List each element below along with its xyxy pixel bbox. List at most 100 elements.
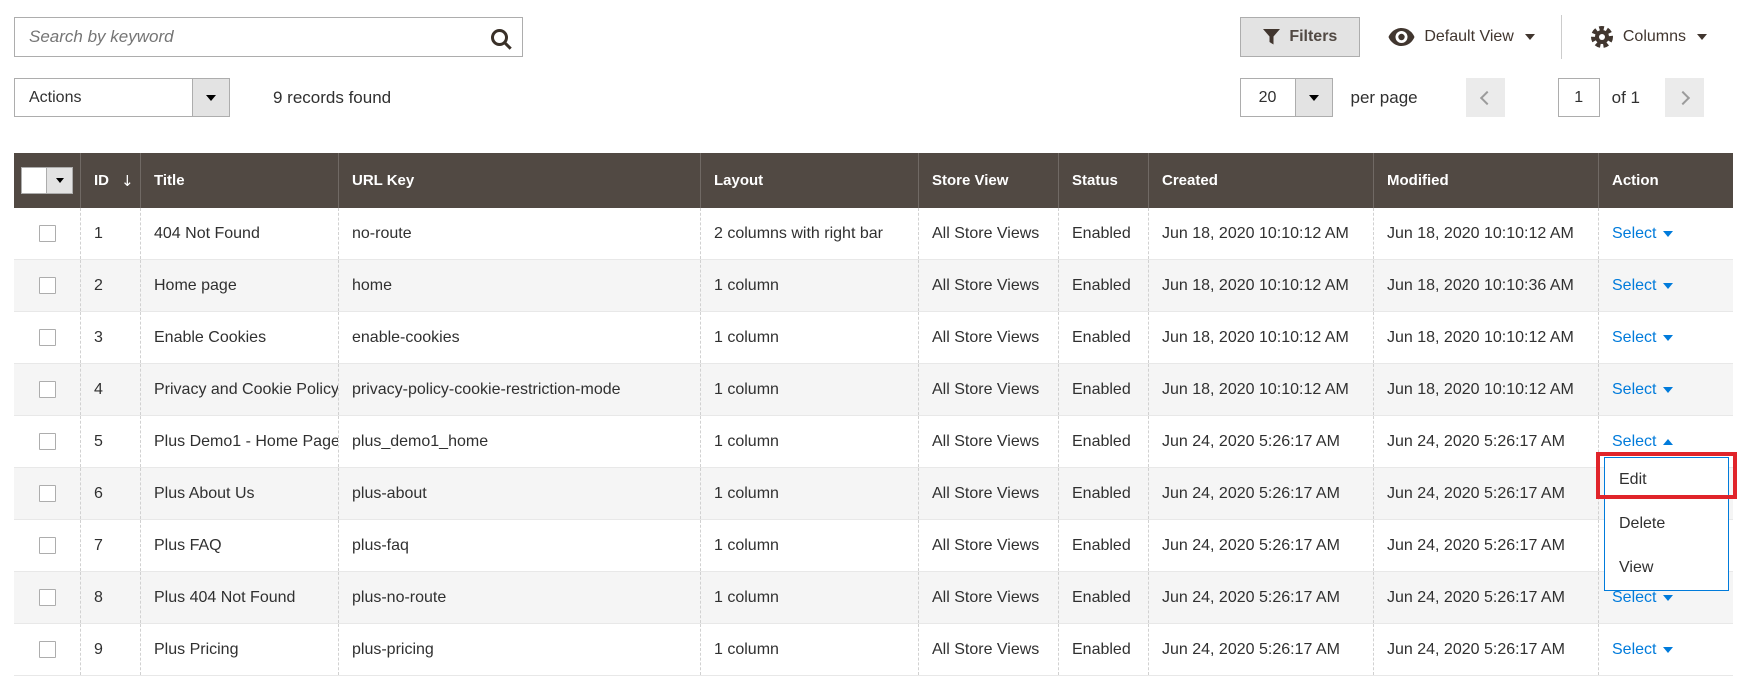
row-action-menu: Edit Delete View: [1604, 457, 1729, 591]
row-select-link[interactable]: Select: [1612, 433, 1674, 451]
cell-layout: 1 column: [700, 364, 918, 415]
cell-store-view: All Store Views: [918, 520, 1058, 571]
cell-status: Enabled: [1058, 208, 1148, 259]
table-row: 3 Enable Cookies enable-cookies 1 column All…: [14, 312, 1733, 364]
cell-modified: Jun 24, 2020 5:26:17 AM: [1373, 468, 1598, 519]
column-header-title[interactable]: Title: [140, 153, 338, 208]
row-checkbox-cell: [14, 312, 80, 363]
cell-title: Plus Demo1 - Home Page: [140, 416, 338, 467]
filters-button[interactable]: Filters: [1240, 17, 1361, 57]
select-all-dropdown[interactable]: [47, 167, 73, 194]
cell-layout: 1 column: [700, 624, 918, 675]
table-row: 1 404 Not Found no-route 2 columns with rig…: [14, 208, 1733, 260]
row-checkbox[interactable]: [38, 225, 56, 242]
search-button[interactable]: [476, 18, 522, 56]
column-header-modified[interactable]: Modified: [1373, 153, 1598, 208]
columns-control[interactable]: Columns: [1590, 25, 1707, 49]
current-page-input[interactable]: [1557, 78, 1600, 117]
row-select-link[interactable]: Select: [1612, 329, 1674, 347]
cell-layout: 1 column: [700, 312, 918, 363]
cell-modified: Jun 24, 2020 5:26:17 AM: [1373, 572, 1598, 623]
column-header-url-key[interactable]: URL Key: [338, 153, 700, 208]
row-checkbox[interactable]: [38, 641, 56, 658]
cell-title: Home page: [140, 260, 338, 311]
cell-layout: 1 column: [700, 260, 918, 311]
cell-url-key: privacy-policy-cookie-restriction-mode: [338, 364, 700, 415]
table-header-row: ID ↓ Title URL Key Layout Store View Sta…: [14, 153, 1733, 208]
row-select-link[interactable]: Select: [1612, 225, 1674, 243]
cell-created: Jun 18, 2020 10:10:12 AM: [1148, 260, 1373, 311]
view-switcher[interactable]: Default View: [1388, 28, 1535, 46]
row-checkbox-cell: [14, 520, 80, 571]
caret-down-icon: [1663, 646, 1674, 653]
table-row: 9 Plus Pricing plus-pricing 1 column All Sto…: [14, 624, 1733, 676]
column-header-action[interactable]: Action: [1598, 153, 1733, 208]
row-checkbox[interactable]: [38, 381, 56, 398]
checkbox-icon[interactable]: [21, 167, 47, 194]
cell-status: Enabled: [1058, 572, 1148, 623]
cell-url-key: plus_demo1_home: [338, 416, 700, 467]
row-checkbox[interactable]: [38, 329, 56, 346]
cell-created: Jun 18, 2020 10:10:12 AM: [1148, 312, 1373, 363]
cell-layout: 1 column: [700, 520, 918, 571]
menu-item-view[interactable]: View: [1605, 546, 1728, 590]
row-select-link[interactable]: Select: [1612, 381, 1674, 399]
column-header-store-view[interactable]: Store View: [918, 153, 1058, 208]
cell-created: Jun 24, 2020 5:26:17 AM: [1148, 624, 1373, 675]
per-page-caret-button[interactable]: [1294, 79, 1332, 116]
cell-url-key: plus-no-route: [338, 572, 700, 623]
row-checkbox-cell: [14, 572, 80, 623]
row-checkbox[interactable]: [38, 433, 56, 450]
cell-title: Privacy and Cookie Policy: [140, 364, 338, 415]
cell-action: Select: [1598, 312, 1733, 363]
row-select-link[interactable]: Select: [1612, 641, 1674, 659]
table-row: 4 Privacy and Cookie Policy privacy-policy…: [14, 364, 1733, 416]
select-all-checkbox[interactable]: [21, 167, 73, 194]
per-page-label: per page: [1350, 87, 1418, 107]
cell-id: 7: [80, 520, 140, 571]
search-input[interactable]: [15, 27, 476, 47]
cms-pages-table: ID ↓ Title URL Key Layout Store View Sta…: [14, 153, 1733, 676]
cell-store-view: All Store Views: [918, 624, 1058, 675]
cell-created: Jun 18, 2020 10:10:12 AM: [1148, 364, 1373, 415]
previous-page-button[interactable]: [1465, 78, 1505, 117]
cell-store-view: All Store Views: [918, 312, 1058, 363]
column-header-id[interactable]: ID ↓: [80, 153, 140, 208]
cell-modified: Jun 24, 2020 5:26:17 AM: [1373, 520, 1598, 571]
row-checkbox[interactable]: [38, 485, 56, 502]
cell-store-view: All Store Views: [918, 468, 1058, 519]
search-icon: [490, 28, 508, 46]
row-checkbox[interactable]: [38, 589, 56, 606]
cell-action: Select: [1598, 208, 1733, 259]
cell-created: Jun 24, 2020 5:26:17 AM: [1148, 468, 1373, 519]
cell-id: 3: [80, 312, 140, 363]
cell-id: 8: [80, 572, 140, 623]
sort-descending-icon[interactable]: ↓: [121, 172, 134, 190]
column-header-created[interactable]: Created: [1148, 153, 1373, 208]
cell-created: Jun 24, 2020 5:26:17 AM: [1148, 520, 1373, 571]
per-page-select[interactable]: 20: [1239, 78, 1333, 117]
cell-id: 2: [80, 260, 140, 311]
next-page-button[interactable]: [1665, 78, 1704, 117]
cell-title: Plus FAQ: [140, 520, 338, 571]
row-select-link[interactable]: Select: [1612, 589, 1674, 607]
cell-action: Select: [1598, 364, 1733, 415]
cell-url-key: plus-about: [338, 468, 700, 519]
cell-url-key: plus-pricing: [338, 624, 700, 675]
row-checkbox[interactable]: [38, 277, 56, 294]
column-header-status[interactable]: Status: [1058, 153, 1148, 208]
caret-down-icon: [1308, 94, 1319, 101]
caret-down-icon: [1663, 594, 1674, 601]
mass-actions-select[interactable]: Actions: [14, 78, 230, 117]
gear-icon: [1590, 26, 1613, 48]
cell-id: 4: [80, 364, 140, 415]
menu-item-delete[interactable]: Delete: [1605, 502, 1728, 546]
row-checkbox[interactable]: [38, 537, 56, 554]
cell-status: Enabled: [1058, 312, 1148, 363]
mass-actions-caret-button[interactable]: [192, 79, 229, 116]
chevron-down-icon: [1524, 34, 1535, 40]
row-select-link[interactable]: Select: [1612, 277, 1674, 295]
column-header-layout[interactable]: Layout: [700, 153, 918, 208]
cell-url-key: plus-faq: [338, 520, 700, 571]
menu-item-edit[interactable]: Edit: [1605, 458, 1728, 502]
